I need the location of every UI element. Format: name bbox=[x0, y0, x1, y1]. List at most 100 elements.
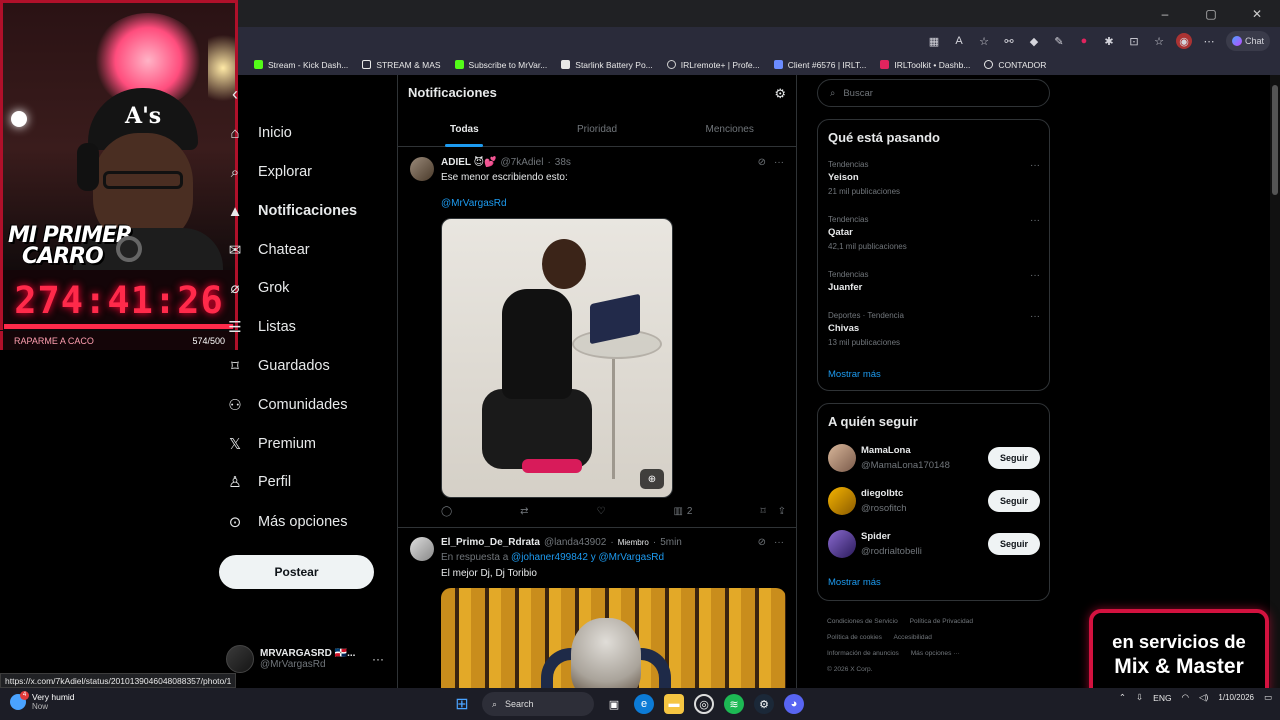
sidebar-item-profile[interactable]: ♙ Perfil bbox=[226, 470, 291, 494]
taskbar-search[interactable]: ⌕ Search bbox=[482, 692, 594, 716]
tweet-time[interactable]: 38s bbox=[555, 157, 571, 168]
more-dots-icon[interactable]: ··· bbox=[1030, 311, 1040, 322]
weather-widget[interactable]: 4 Very humid Now bbox=[10, 690, 75, 711]
extension-red-icon[interactable]: ● bbox=[1076, 33, 1092, 49]
tab-priority[interactable]: Prioridad bbox=[531, 113, 664, 146]
maximize-button[interactable]: ▢ bbox=[1188, 0, 1234, 28]
reply-targets[interactable]: @johaner499842 y @MrVargasRd bbox=[511, 552, 664, 563]
bookmark-item[interactable]: IRLToolkit • Dashb... bbox=[880, 60, 970, 70]
bookmark-icon[interactable]: ⌑ bbox=[760, 506, 765, 517]
language-indicator[interactable]: ENG bbox=[1153, 693, 1171, 703]
footer-link[interactable]: Más opciones ··· bbox=[911, 650, 960, 657]
footer-link[interactable]: Condiciones de Servicio bbox=[827, 618, 898, 625]
bookmark-item[interactable]: Stream - Kick Dash... bbox=[254, 60, 348, 70]
bookmark-item[interactable]: Subscribe to MrVar... bbox=[454, 60, 547, 70]
avatar[interactable] bbox=[410, 157, 434, 181]
tweet-author-name[interactable]: ADIEL 😈💕 bbox=[441, 157, 496, 168]
reply-icon[interactable]: ◯ bbox=[441, 506, 452, 517]
tweet-card[interactable]: El_Primo_De_Rdrata @landa43902 · Miembro… bbox=[398, 528, 796, 688]
bookmark-item[interactable]: CONTADOR bbox=[984, 60, 1046, 70]
favorite-star-icon[interactable]: ☆ bbox=[976, 33, 992, 49]
more-dots-icon[interactable]: ··· bbox=[774, 537, 784, 548]
follow-suggestion[interactable]: MamaLona @MamaLona170148 Seguir bbox=[828, 444, 1040, 474]
bookmark-item[interactable]: IRLremote+ | Profe... bbox=[666, 60, 760, 70]
obs-icon[interactable]: ◎ bbox=[694, 694, 714, 714]
trend-item[interactable]: Tendencias Qatar 42,1 mil publicaciones … bbox=[828, 215, 1040, 251]
close-button[interactable]: ✕ bbox=[1234, 0, 1280, 28]
share-icon[interactable]: ⇪ bbox=[778, 506, 786, 517]
follow-name[interactable]: MamaLona bbox=[861, 445, 911, 456]
sidebar-item-bookmarks[interactable]: ⌑ Guardados bbox=[226, 354, 330, 378]
footer-link[interactable]: Política de cookies bbox=[827, 634, 882, 641]
follow-name[interactable]: diegolbtc bbox=[861, 488, 903, 499]
translate-icon[interactable]: ⚯ bbox=[1001, 33, 1017, 49]
tweet-mention-link[interactable]: @MrVargasRd bbox=[441, 198, 507, 209]
retweet-icon[interactable]: ⇄ bbox=[520, 506, 528, 517]
follow-button[interactable]: Seguir bbox=[988, 447, 1040, 469]
tweet-author-handle[interactable]: @7kAdiel bbox=[500, 157, 543, 168]
profile-avatar-icon[interactable]: ◉ bbox=[1176, 33, 1192, 49]
tweet-author-handle[interactable]: @landa43902 bbox=[544, 537, 606, 548]
task-view-icon[interactable]: ▣ bbox=[604, 694, 624, 714]
more-dots-icon[interactable]: ··· bbox=[774, 157, 784, 168]
footer-link[interactable]: Política de Privacidad bbox=[910, 618, 973, 625]
follow-suggestion[interactable]: Spider @rodrialtobelli Seguir bbox=[828, 530, 1040, 560]
discord-icon[interactable]: ◕ bbox=[784, 694, 804, 714]
footer-link[interactable]: Información de anuncios bbox=[827, 650, 899, 657]
sidebar-item-chat[interactable]: ✉ Chatear bbox=[226, 238, 310, 262]
scrollbar-thumb[interactable] bbox=[1272, 85, 1278, 195]
like-icon[interactable]: ♡ bbox=[597, 506, 606, 517]
extension-pen-icon[interactable]: ✎ bbox=[1051, 33, 1067, 49]
trend-item[interactable]: Tendencias Juanfer ··· bbox=[828, 270, 1040, 293]
more-dots-icon[interactable]: ··· bbox=[1030, 270, 1040, 281]
footer-link[interactable]: Accesibilidad bbox=[893, 634, 931, 641]
page-scrollbar[interactable] bbox=[1270, 75, 1280, 688]
avatar[interactable] bbox=[828, 487, 856, 515]
sidebar-item-communities[interactable]: ⚇ Comunidades bbox=[226, 393, 347, 417]
download-icon[interactable]: ⇩ bbox=[1136, 692, 1143, 703]
follow-button[interactable]: Seguir bbox=[988, 490, 1040, 512]
sidebar-item-lists[interactable]: ☰ Listas bbox=[226, 315, 296, 339]
bookmark-item[interactable]: Client #6576 | IRLT... bbox=[773, 60, 866, 70]
sidebar-item-premium[interactable]: 𝕏 Premium bbox=[226, 432, 316, 456]
views-button[interactable]: ▥ 2 bbox=[673, 506, 692, 517]
copilot-chat-button[interactable]: Chat bbox=[1226, 31, 1270, 51]
spotify-icon[interactable]: ≋ bbox=[724, 694, 744, 714]
more-dots-icon[interactable]: ··· bbox=[372, 652, 384, 666]
favorites-icon[interactable]: ☆ bbox=[1151, 33, 1167, 49]
sidebar-item-notifications[interactable]: ▲ Notificaciones bbox=[226, 199, 358, 223]
grok-icon[interactable]: ⊘ bbox=[758, 157, 766, 168]
more-dots-icon[interactable]: ··· bbox=[1030, 215, 1040, 226]
tab-all[interactable]: Todas bbox=[398, 113, 531, 147]
apps-icon[interactable]: ▦ bbox=[926, 33, 942, 49]
tweet-author-name[interactable]: El_Primo_De_Rdrata bbox=[441, 537, 540, 548]
back-arrow-icon[interactable]: ‹ bbox=[232, 84, 238, 105]
tab-mentions[interactable]: Menciones bbox=[663, 113, 796, 146]
follow-suggestion[interactable]: diegolbtc @rosofitch Seguir bbox=[828, 487, 1040, 517]
sidebar-item-grok[interactable]: ⌀ Grok bbox=[226, 276, 289, 300]
notification-icon[interactable]: ▭ bbox=[1264, 692, 1272, 703]
read-aloud-icon[interactable]: A bbox=[951, 33, 967, 49]
gear-icon[interactable]: ⚙ bbox=[774, 86, 786, 102]
split-screen-icon[interactable]: ⊡ bbox=[1126, 33, 1142, 49]
clock-date[interactable]: 1/10/2026 bbox=[1218, 693, 1254, 702]
post-button[interactable]: Postear bbox=[219, 555, 374, 589]
show-more-link[interactable]: Mostrar más bbox=[828, 369, 881, 380]
extension-puzzle-icon[interactable]: ✱ bbox=[1101, 33, 1117, 49]
wifi-icon[interactable]: ◠ bbox=[1182, 692, 1189, 703]
avatar[interactable] bbox=[410, 537, 434, 561]
show-more-link[interactable]: Mostrar más bbox=[828, 577, 881, 588]
tray-chevron-icon[interactable]: ⌃ bbox=[1119, 692, 1126, 703]
tweet-media[interactable] bbox=[441, 588, 786, 688]
account-switcher[interactable]: MRVARGASRD 🇩🇴... @MrVargasRd ··· bbox=[226, 642, 396, 676]
extension-diamond-icon[interactable]: ◆ bbox=[1026, 33, 1042, 49]
sidebar-item-home[interactable]: ⌂ Inicio bbox=[226, 121, 291, 145]
gif-badge-icon[interactable]: ⊕ bbox=[640, 469, 664, 489]
sidebar-item-explore[interactable]: ⌕ Explorar bbox=[226, 160, 312, 184]
minimize-button[interactable]: – bbox=[1142, 0, 1188, 28]
edge-icon[interactable]: e bbox=[634, 694, 654, 714]
follow-name[interactable]: Spider bbox=[861, 531, 891, 542]
search-input[interactable]: ⌕ Buscar bbox=[817, 79, 1050, 107]
windows-start-icon[interactable]: ⊞ bbox=[452, 694, 472, 714]
grok-icon[interactable]: ⊘ bbox=[758, 537, 766, 548]
